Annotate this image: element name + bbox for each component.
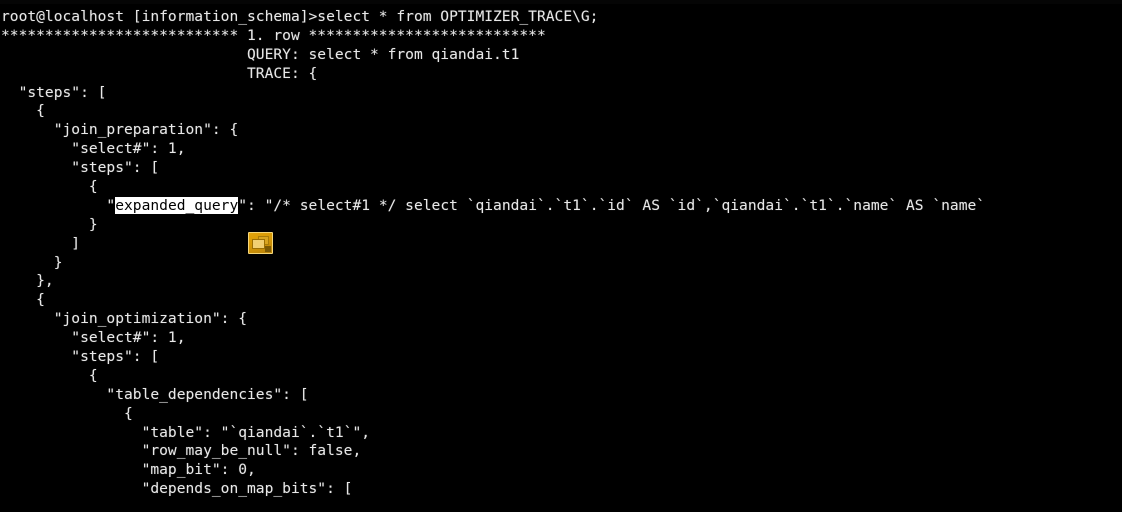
line-select-num-2: "select#": 1, [1, 329, 186, 347]
line-depends-on-map: "depends_on_map_bits": [ [1, 480, 353, 498]
terminal-screen[interactable]: root@localhost [information_schema]>sele… [0, 8, 1122, 499]
line-obj-open-2: { [1, 178, 98, 196]
line-obj-open-1: { [1, 102, 45, 120]
line-row-separator: *************************** 1. row *****… [1, 26, 546, 44]
terminal-window[interactable]: root@localhost [information_schema]>sele… [0, 0, 1122, 512]
line-inner-steps-1: "steps": [ [1, 159, 160, 177]
line-inner-steps-2: "steps": [ [1, 348, 160, 366]
line-text-after-selection: ": "/* select#1 */ select `qiandai`.`t1`… [238, 196, 986, 214]
line-obj-close-1: } [1, 215, 98, 233]
line-expanded-query: "expanded_query": "/* select#1 */ select… [0, 196, 1122, 216]
copy-icon-front-sheet [252, 239, 265, 249]
line-arr-close-1: ] [1, 234, 81, 252]
copy-clipboard-icon[interactable] [248, 232, 273, 254]
line-join-preparation: "join_preparation": { [1, 121, 239, 139]
line-row-may-be-null: "row_may_be_null": false, [1, 442, 362, 460]
line-trace-open: TRACE: { [1, 64, 318, 82]
copy-icon-corner [265, 246, 271, 252]
line-obj-open-3: { [1, 291, 45, 309]
line-steps-open: "steps": [ [1, 83, 107, 101]
line-obj-open-4: { [1, 366, 98, 384]
line-obj-open-5: { [1, 404, 133, 422]
line-brace-comma-1: }, [1, 272, 54, 290]
selected-text[interactable]: expanded_query [115, 196, 239, 214]
line-text-before-selection: " [1, 196, 116, 214]
line-table-deps: "table_dependencies": [ [1, 385, 309, 403]
line-query: QUERY: select * from qiandai.t1 [1, 45, 520, 63]
line-map-bit: "map_bit": 0, [1, 461, 256, 479]
line-brace-close-1: } [1, 253, 63, 271]
line-table: "table": "`qiandai`.`t1`", [1, 423, 371, 441]
line-prompt: root@localhost [information_schema]>sele… [1, 8, 599, 25]
line-select-num-1: "select#": 1, [1, 140, 186, 158]
line-join-optimization: "join_optimization": { [1, 310, 248, 328]
